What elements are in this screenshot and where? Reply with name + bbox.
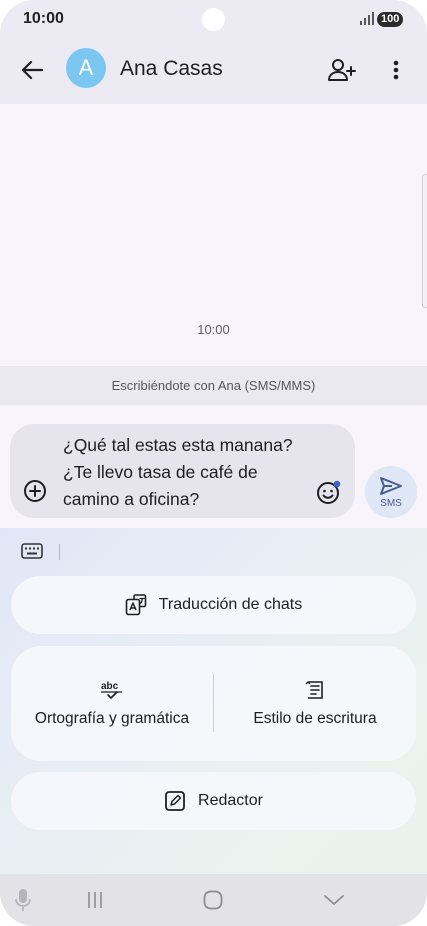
chat-translation-label: Traducción de chats bbox=[158, 596, 303, 613]
message-draft-text[interactable]: ¿Qué tal estas esta manana? ¿Te llevo ta… bbox=[63, 432, 313, 513]
writing-style-icon bbox=[305, 681, 323, 699]
message-list[interactable]: 10:00 bbox=[0, 104, 427, 366]
camera-cutout bbox=[202, 8, 225, 31]
composer-label: Redactor bbox=[198, 792, 263, 809]
messaging-mode-banner: Escribiéndote con Ana (SMS/MMS) bbox=[0, 366, 427, 405]
send-button[interactable]: SMS bbox=[365, 466, 417, 518]
message-input[interactable]: ¿Qué tal estas esta manana? ¿Te llevo ta… bbox=[10, 424, 355, 518]
spelling-grammar-button[interactable]: abc Ortografía y gramática bbox=[11, 646, 213, 761]
toolbar-divider bbox=[59, 544, 60, 560]
status-bar: 10:00 100 bbox=[0, 0, 427, 40]
system-navigation-bar bbox=[0, 874, 427, 926]
signal-icon bbox=[360, 12, 374, 25]
recent-apps-button[interactable] bbox=[84, 888, 106, 912]
more-options-button[interactable] bbox=[382, 54, 410, 86]
arrow-left-icon bbox=[21, 60, 43, 80]
chat-translation-button[interactable]: Traducción de chats bbox=[11, 576, 416, 634]
more-vert-icon bbox=[393, 60, 399, 80]
svg-text:abc: abc bbox=[101, 681, 119, 692]
chevron-down-icon bbox=[324, 895, 344, 905]
home-icon bbox=[203, 890, 223, 910]
mic-icon bbox=[15, 889, 31, 911]
scrollbar-handle[interactable] bbox=[422, 174, 427, 308]
translate-icon bbox=[125, 594, 147, 616]
hide-keyboard-button[interactable] bbox=[322, 888, 346, 912]
send-icon bbox=[380, 477, 402, 495]
writing-style-button[interactable]: Estilo de escritura bbox=[214, 646, 416, 761]
phone-screen: 10:00 100 A Ana Casas 10:00 Escribiéndot… bbox=[0, 0, 427, 926]
home-button[interactable] bbox=[202, 888, 224, 912]
battery-indicator: 100 bbox=[377, 12, 404, 27]
spelling-grammar-label: Ortografía y gramática bbox=[34, 710, 190, 727]
message-timestamp: 10:00 bbox=[197, 322, 230, 337]
writing-style-label: Estilo de escritura bbox=[253, 710, 377, 727]
status-time: 10:00 bbox=[23, 10, 64, 27]
recent-apps-icon bbox=[88, 892, 102, 908]
add-contact-button[interactable] bbox=[326, 54, 360, 86]
writing-assist-panel: Traducción de chats abc Ortografía y gra… bbox=[0, 528, 427, 874]
compose-area: ¿Qué tal estas esta manana? ¿Te llevo ta… bbox=[0, 405, 427, 528]
voice-input-button[interactable] bbox=[12, 888, 34, 912]
conversation-header: A Ana Casas bbox=[0, 40, 427, 104]
writing-tools-card: abc Ortografía y gramática Estilo de esc… bbox=[11, 646, 416, 761]
spellcheck-icon: abc bbox=[101, 681, 122, 699]
avatar[interactable]: A bbox=[66, 48, 106, 88]
keyboard-icon[interactable] bbox=[21, 543, 43, 559]
edit-icon bbox=[165, 791, 185, 811]
add-circle-icon[interactable] bbox=[23, 479, 47, 503]
emoji-icon[interactable] bbox=[316, 479, 342, 505]
person-add-icon bbox=[328, 59, 356, 81]
back-button[interactable] bbox=[16, 54, 48, 86]
avatar-letter: A bbox=[78, 55, 94, 80]
contact-name[interactable]: Ana Casas bbox=[120, 57, 223, 81]
send-mode-label: SMS bbox=[380, 498, 402, 509]
composer-button[interactable]: Redactor bbox=[11, 772, 416, 830]
